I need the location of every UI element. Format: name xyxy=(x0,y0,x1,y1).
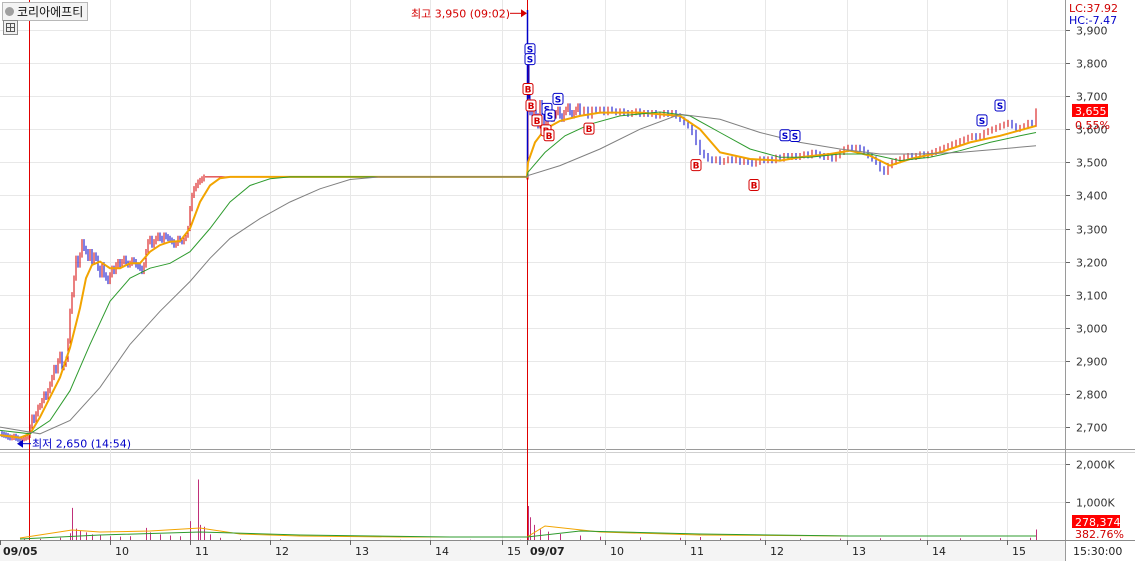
stock-name: 코리아에프티 xyxy=(17,5,84,19)
price-tick-label: 3,800 xyxy=(1076,58,1108,71)
hc-indicator-label: HC:-7.47 xyxy=(1069,14,1117,27)
price-pane xyxy=(0,0,1065,448)
x-tick-label: 10 xyxy=(610,545,624,558)
x-tick-label: 13 xyxy=(355,545,369,558)
x-tick-label: 09/07 xyxy=(530,545,565,558)
sell-signal-label: S xyxy=(527,56,533,66)
current-price-label: 3,655 xyxy=(1075,105,1107,118)
price-tick-label: 3,000 xyxy=(1076,323,1108,336)
sell-signal-label: S xyxy=(782,132,788,142)
grid-toggle-icon[interactable] xyxy=(3,20,18,35)
price-tick-label: 2,800 xyxy=(1076,389,1108,402)
x-tick-label: 12 xyxy=(275,545,289,558)
x-tick-label: 12 xyxy=(770,545,784,558)
buy-signal-label: B xyxy=(528,102,535,112)
high-price-label: 최고 3,950 (09:02) xyxy=(411,7,510,20)
x-tick-label: 11 xyxy=(195,545,209,558)
sell-signal-label: S xyxy=(555,95,561,105)
sell-signal-label: S xyxy=(792,132,798,142)
time-label: 15:30:00 xyxy=(1073,545,1122,558)
low-price-label: 최저 2,650 (14:54) xyxy=(32,438,131,451)
x-tick-label: 14 xyxy=(932,545,946,558)
current-volume-pct-label: 382.76% xyxy=(1075,528,1124,541)
buy-signal-label: B xyxy=(693,162,700,172)
price-tick-label: 2,900 xyxy=(1076,356,1108,369)
volume-pane xyxy=(0,453,1065,540)
price-tick-label: 3,200 xyxy=(1076,257,1108,270)
sell-signal-label: S xyxy=(997,102,1003,112)
buy-signal-label: B xyxy=(751,181,758,191)
buy-signal-label: B xyxy=(546,132,553,142)
stock-name-box[interactable]: 코리아에프티 xyxy=(2,2,89,21)
price-tick-label: 3,400 xyxy=(1076,190,1108,203)
sell-signal-label: S xyxy=(979,117,985,127)
buy-signal-label: B xyxy=(586,125,593,135)
x-tick-label: 10 xyxy=(115,545,129,558)
current-change-label: 0.55% xyxy=(1075,119,1110,132)
price-tick-label: 3,100 xyxy=(1076,290,1108,303)
stock-chart[interactable]: 3,9003,8003,7003,6003,5003,4003,3003,200… xyxy=(0,0,1135,561)
chart-root[interactable]: 3,900 3,800 3,700 3,600 3,500 3,400 3,300 3,200… xyxy=(0,0,1135,561)
x-tick-label: 15 xyxy=(1012,545,1026,558)
volume-tick-label: 2,000K xyxy=(1076,459,1115,472)
buy-signal-label: B xyxy=(525,85,532,95)
x-tick-label: 09/05 xyxy=(3,545,38,558)
volume-tick-label: 1,000K xyxy=(1076,497,1115,510)
x-tick-label: 11 xyxy=(690,545,704,558)
price-tick-label: 3,300 xyxy=(1076,224,1108,237)
x-tick-label: 13 xyxy=(852,545,866,558)
price-tick-label: 2,700 xyxy=(1076,422,1108,435)
buy-signal-label: B xyxy=(534,117,541,127)
price-tick-label: 3,700 xyxy=(1076,91,1108,104)
x-tick-label: 15 xyxy=(507,545,521,558)
sell-signal-label: S xyxy=(547,112,553,122)
x-tick-label: 14 xyxy=(435,545,449,558)
stock-status-icon xyxy=(5,7,14,16)
price-tick-label: 3,500 xyxy=(1076,157,1108,170)
